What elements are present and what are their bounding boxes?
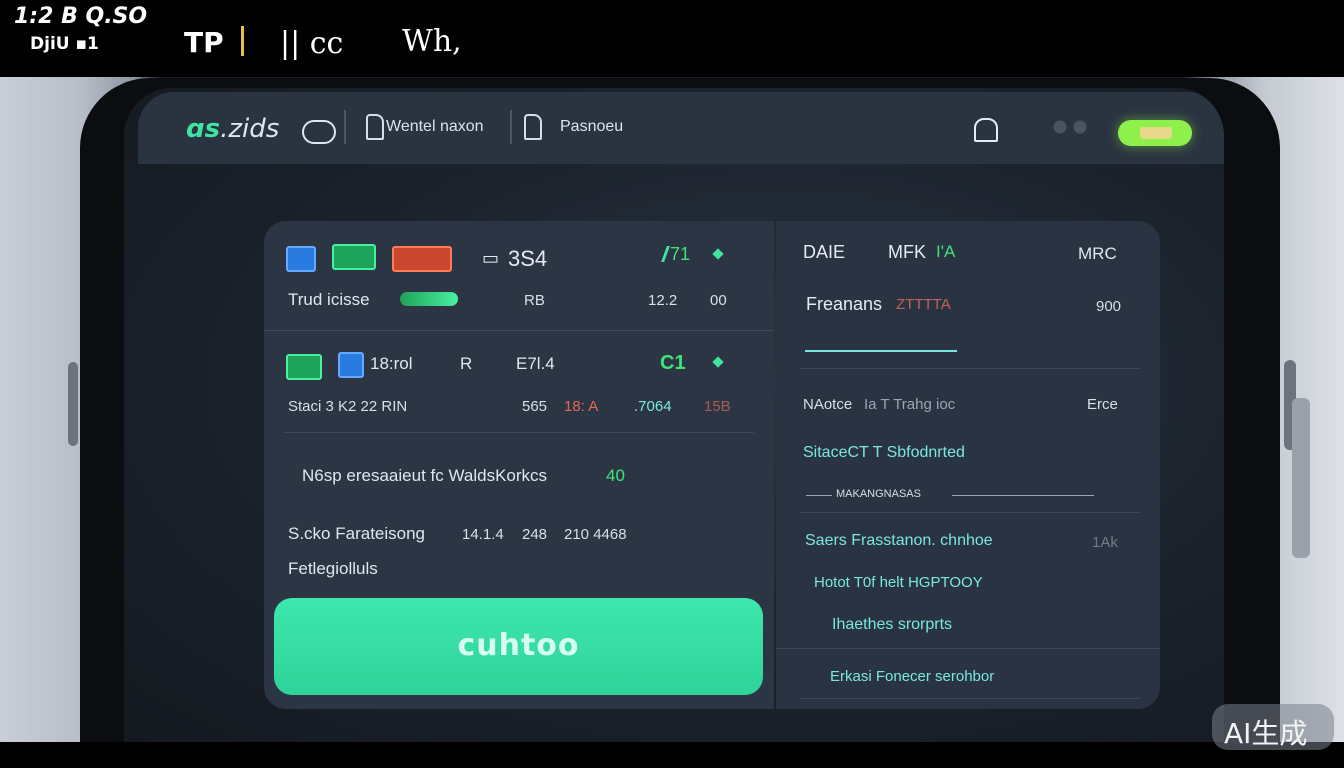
- detail-item-2-value: Erce: [1087, 396, 1118, 413]
- red-chip-icon: [392, 246, 452, 272]
- bookmark-icon: [524, 114, 542, 140]
- notification-bell-icon[interactable]: [974, 118, 998, 142]
- row-divider: [800, 368, 1140, 369]
- device-screen: ɑs.zids Wentel naxon Pasnoeu ▭ 3S4 71 Tr…: [124, 88, 1224, 742]
- nav-item-account[interactable]: Wentel naxon: [386, 118, 484, 136]
- app-logo[interactable]: ɑs.zids: [186, 114, 279, 144]
- primary-action-button[interactable]: cuhtoo: [274, 598, 763, 695]
- status-item-a: || cc: [280, 26, 344, 61]
- column-header-accent: I'A: [936, 242, 956, 261]
- column-header-mfk[interactable]: MFK: [888, 242, 926, 263]
- row4-value-4: 15B: [704, 398, 731, 415]
- row3-label: 18:rol: [370, 354, 413, 373]
- detail-item-1-label: Freanans: [806, 294, 883, 314]
- detail-item-6-label: Ihaethes srorprts: [832, 616, 953, 633]
- detail-item-1-sub: ZTTTTA: [896, 296, 951, 313]
- column-header-mrc[interactable]: MRC: [1078, 244, 1117, 264]
- stats-label: S.cko Farateisong: [288, 524, 426, 543]
- detail-item-3-label: SitaceCT T Sbfodnrted: [803, 444, 965, 461]
- volume-button: [68, 362, 78, 446]
- row4-value-1: 565: [522, 398, 548, 415]
- row2-sparkline-icon: [400, 292, 458, 306]
- row4-value-3: .7064: [634, 398, 672, 415]
- device-icon: ▭: [482, 248, 500, 268]
- status-clock: 1:2 B Q.SO: [14, 4, 148, 29]
- row4-value-2: 18: A: [564, 398, 599, 415]
- status-date: DjiU ▪1: [30, 34, 99, 54]
- bottom-edge: [0, 742, 1344, 768]
- header-divider: [344, 110, 346, 144]
- system-status-bar: 1:2 B Q.SO DjiU ▪1 TP || cc Wh,: [0, 0, 1344, 77]
- watermark-text: AI生成: [1224, 717, 1308, 750]
- green-chip-icon: [286, 354, 322, 380]
- row-divider: [800, 698, 1140, 699]
- row-divider: [806, 495, 832, 496]
- detail-item-1-value: 900: [1096, 298, 1122, 315]
- nav-item-password[interactable]: Pasnoeu: [560, 118, 623, 136]
- watermark-badge: AI生成: [1212, 704, 1334, 750]
- row1-code: 3S4: [508, 246, 548, 271]
- stats-value-3: 210 4468: [564, 526, 627, 543]
- row-divider: [264, 330, 774, 331]
- more-options-icon[interactable]: [1050, 118, 1090, 136]
- power-toggle[interactable]: [1118, 120, 1192, 146]
- footer-label: Fetlegiolluls: [288, 559, 378, 578]
- detail-item-7-label[interactable]: Erkasi Fonecer serohbor: [830, 668, 994, 685]
- row2-label: Trud icisse: [288, 290, 370, 309]
- row-divider: [800, 512, 1140, 513]
- row2-value-1: RB: [524, 292, 545, 309]
- row4-label: Staci 3 K2 22 RIN: [288, 398, 408, 415]
- row2-value-3: 00: [710, 292, 727, 309]
- side-button: [1292, 398, 1310, 558]
- row-divider: [952, 495, 1094, 496]
- detail-item-1-underline: [805, 350, 957, 352]
- row-divider: [776, 648, 1160, 649]
- detail-item-2-label: NAotce: [803, 396, 853, 413]
- row1-badge: 71: [670, 244, 691, 264]
- detail-item-4-label: Saers Frasstanon. chnhoe: [805, 532, 993, 549]
- header-divider: [510, 110, 512, 144]
- row3-code: R: [460, 354, 473, 373]
- row3-badge: C1: [660, 352, 686, 374]
- blue-chip-icon: [338, 352, 364, 378]
- detail-item-5-label: Hotot T0f helt HGPTOOY: [814, 574, 983, 591]
- stats-value-1: 14.1.4: [462, 526, 504, 543]
- detail-item-3-sub: MAKANGNASAS: [836, 488, 921, 500]
- status-separator: [241, 26, 244, 56]
- row3-value: E7l.4: [516, 354, 555, 373]
- notice-text: N6sp eresaaieut fc WaldsKorkcs: [302, 466, 548, 485]
- column-header-date[interactable]: DAIE: [803, 242, 845, 263]
- app-header: ɑs.zids Wentel naxon Pasnoeu: [138, 92, 1224, 164]
- status-item-b: Wh,: [402, 24, 462, 59]
- stats-value-2: 248: [522, 526, 548, 543]
- notice-badge: 40: [606, 466, 625, 485]
- detail-item-2-sub: Ia T Trahg ioc: [864, 396, 956, 413]
- logo-mark-icon: [302, 120, 336, 144]
- status-app-label: TP: [184, 26, 224, 59]
- row-divider: [284, 432, 754, 433]
- green-chip-icon: [332, 244, 376, 270]
- row2-value-2: 12.2: [648, 292, 678, 309]
- blue-chip-icon: [286, 246, 316, 272]
- detail-item-4-value: 1Ak: [1092, 534, 1118, 551]
- primary-action-label: cuhtoo: [457, 628, 580, 663]
- person-icon: [366, 114, 384, 140]
